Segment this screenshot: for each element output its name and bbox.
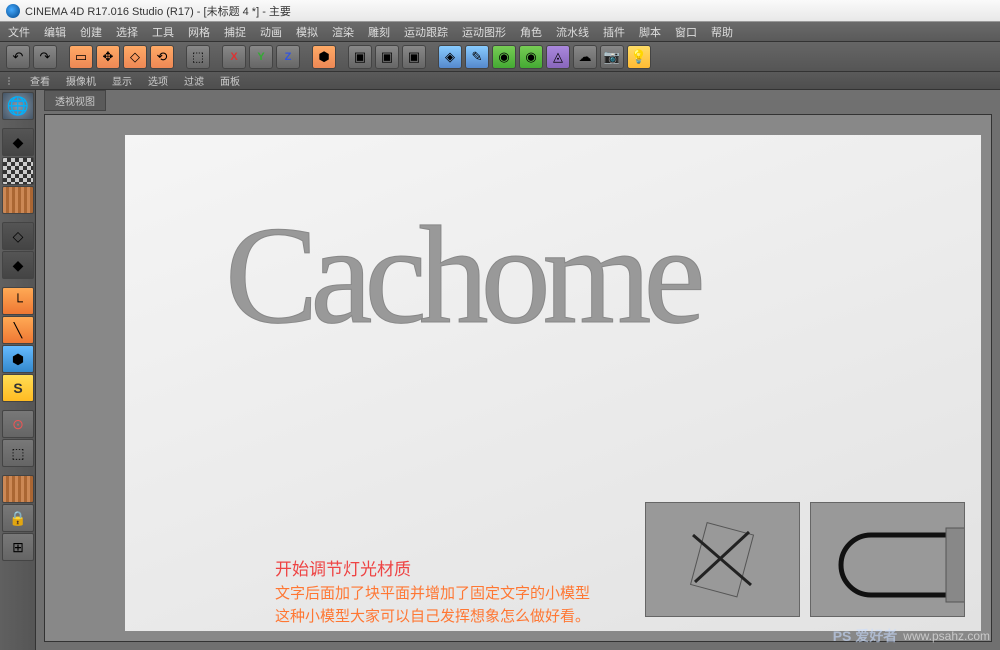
menu-window[interactable]: 窗口	[675, 24, 697, 40]
main-menubar: 文件 编辑 创建 选择 工具 网格 捕捉 动画 模拟 渲染 雕刻 运动跟踪 运动…	[0, 22, 1000, 42]
render-canvas: Cachome 开始调节灯光材质 文字后面加了块平面并增加了固定文字的小模型 这…	[125, 135, 981, 631]
menu-script[interactable]: 脚本	[639, 24, 661, 40]
move-button[interactable]: ✥	[96, 45, 120, 69]
menu-edit[interactable]: 编辑	[44, 24, 66, 40]
menu-simulate[interactable]: 模拟	[296, 24, 318, 40]
subdivision-button[interactable]: ◉	[492, 45, 516, 69]
tool-tweak[interactable]: ⊙	[2, 410, 34, 438]
menu-plugins[interactable]: 插件	[603, 24, 625, 40]
tool-editable[interactable]: ◆	[2, 128, 34, 156]
thumbnail-2	[810, 502, 965, 617]
app-icon	[6, 4, 20, 18]
annotation-body: 文字后面加了块平面并增加了固定文字的小模型 这种小模型大家可以自己发挥想象怎么做…	[275, 583, 590, 628]
menu-mesh[interactable]: 网格	[188, 24, 210, 40]
pen-tool-button[interactable]: ✎	[465, 45, 489, 69]
tool-polygons[interactable]: ⬢	[2, 345, 34, 373]
viewport-tab-perspective[interactable]: 透视视图	[44, 90, 106, 111]
recent-tool-button[interactable]: ⬚	[186, 45, 210, 69]
environment-button[interactable]: ☁	[573, 45, 597, 69]
tool-planar-workplane[interactable]: ⊞	[2, 533, 34, 561]
viewport-container: 透视视图 Cachome 开始调节灯光材质 文字后面加了块平面并增加了固定文字的…	[36, 90, 1000, 650]
submenu-view[interactable]: 查看	[30, 73, 50, 88]
thumbnail-1	[645, 502, 800, 617]
menu-render[interactable]: 渲染	[332, 24, 354, 40]
menu-sculpt[interactable]: 雕刻	[368, 24, 390, 40]
camera-button[interactable]: 📷	[600, 45, 624, 69]
tool-model[interactable]	[2, 157, 34, 185]
cube-primitive-button[interactable]: ◈	[438, 45, 462, 69]
loop-sketch-icon	[811, 510, 964, 610]
watermark-logo: PS 爱好者	[833, 626, 898, 646]
generator-button[interactable]: ◉	[519, 45, 543, 69]
thumbnail-row	[645, 502, 965, 617]
cross-sketch-icon	[673, 520, 773, 600]
render-region-button[interactable]: ▣	[375, 45, 399, 69]
grip-icon	[8, 77, 10, 85]
tool-workplane[interactable]: ◇	[2, 222, 34, 250]
menu-motion-tracker[interactable]: 运动跟踪	[404, 24, 448, 40]
menu-help[interactable]: 帮助	[711, 24, 733, 40]
submenu-options[interactable]: 选项	[148, 73, 168, 88]
globe-icon[interactable]: 🌐	[2, 92, 34, 120]
deformer-button[interactable]: ◬	[546, 45, 570, 69]
annotation-title: 开始调节灯光材质	[275, 555, 411, 580]
tool-object[interactable]: ◆	[2, 251, 34, 279]
tool-points[interactable]: └	[2, 287, 34, 315]
menu-animate[interactable]: 动画	[260, 24, 282, 40]
tool-texture[interactable]	[2, 186, 34, 214]
tool-sidebar: 🌐 ◆ ◇ ◆ └ ╲ ⬢ S ⊙ ⬚ 🔒 ⊞	[0, 90, 36, 650]
main-toolbar: ↶ ↷ ▭ ✥ ◇ ⟲ ⬚ X Y Z ⬢ ▣ ▣ ▣ ◈ ✎ ◉ ◉ ◬ ☁ …	[0, 42, 1000, 72]
3d-text-object: Cachome	[225, 195, 698, 356]
menu-character[interactable]: 角色	[520, 24, 542, 40]
viewport-menubar: 查看 摄像机 显示 选项 过滤 面板	[0, 72, 1000, 90]
render-settings-button[interactable]: ▣	[402, 45, 426, 69]
submenu-filter[interactable]: 过滤	[184, 73, 204, 88]
watermark: PS 爱好者 www.psahz.com	[833, 626, 990, 646]
menu-pipeline[interactable]: 流水线	[556, 24, 589, 40]
axis-z-button[interactable]: Z	[276, 45, 300, 69]
tool-viewport-solo[interactable]: ⬚	[2, 439, 34, 467]
menu-mograph[interactable]: 运动图形	[462, 24, 506, 40]
menu-snap[interactable]: 捕捉	[224, 24, 246, 40]
tool-locked-workplane[interactable]: 🔒	[2, 504, 34, 532]
undo-button[interactable]: ↶	[6, 45, 30, 69]
viewport[interactable]: Cachome 开始调节灯光材质 文字后面加了块平面并增加了固定文字的小模型 这…	[44, 114, 992, 642]
menu-select[interactable]: 选择	[116, 24, 138, 40]
light-button[interactable]: 💡	[627, 45, 651, 69]
render-view-button[interactable]: ▣	[348, 45, 372, 69]
submenu-panel[interactable]: 面板	[220, 73, 240, 88]
tool-enable-axis[interactable]: S	[2, 374, 34, 402]
tool-edges[interactable]: ╲	[2, 316, 34, 344]
live-select-button[interactable]: ▭	[69, 45, 93, 69]
scale-button[interactable]: ◇	[123, 45, 147, 69]
watermark-url: www.psahz.com	[903, 629, 990, 643]
tool-enable-snap[interactable]	[2, 475, 34, 503]
workspace: 🌐 ◆ ◇ ◆ └ ╲ ⬢ S ⊙ ⬚ 🔒 ⊞ 透视视图 Cachome 开始调…	[0, 90, 1000, 650]
axis-y-button[interactable]: Y	[249, 45, 273, 69]
menu-tools[interactable]: 工具	[152, 24, 174, 40]
axis-x-button[interactable]: X	[222, 45, 246, 69]
menu-file[interactable]: 文件	[8, 24, 30, 40]
window-titlebar: CINEMA 4D R17.016 Studio (R17) - [未标题 4 …	[0, 0, 1000, 22]
rotate-button[interactable]: ⟲	[150, 45, 174, 69]
menu-create[interactable]: 创建	[80, 24, 102, 40]
submenu-cameras[interactable]: 摄像机	[66, 73, 96, 88]
submenu-display[interactable]: 显示	[112, 73, 132, 88]
redo-button[interactable]: ↷	[33, 45, 57, 69]
viewport-tabbar: 透视视图	[36, 90, 1000, 110]
window-title: CINEMA 4D R17.016 Studio (R17) - [未标题 4 …	[25, 3, 291, 19]
coord-system-button[interactable]: ⬢	[312, 45, 336, 69]
